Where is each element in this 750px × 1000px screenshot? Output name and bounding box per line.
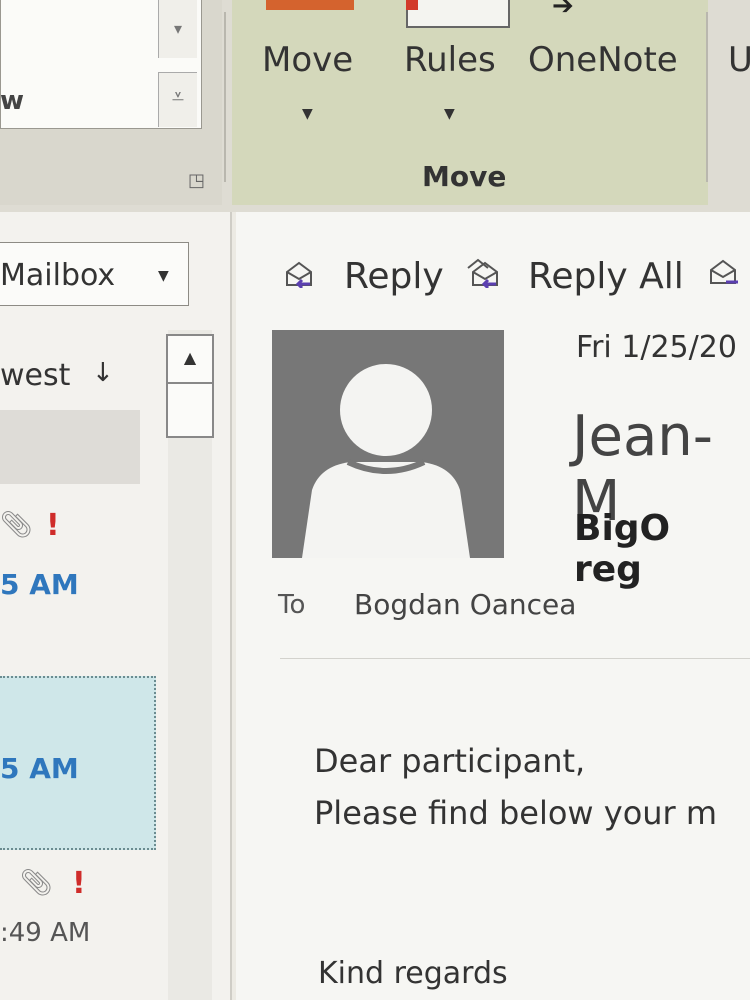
move-icon bbox=[266, 0, 354, 10]
message-date: Fri 1/25/20 bbox=[576, 330, 737, 365]
paperclip-icon: 📎︎ bbox=[20, 868, 54, 898]
pane-divider[interactable] bbox=[230, 212, 232, 1000]
reply-all-button[interactable]: Reply All bbox=[528, 256, 684, 297]
message-body-closing: Kind regards bbox=[318, 956, 508, 991]
message-time: :49 AM bbox=[0, 918, 91, 948]
quick-steps-item-label[interactable]: w bbox=[0, 86, 24, 116]
sort-order-label[interactable]: west bbox=[0, 358, 70, 393]
rules-button[interactable]: Rules bbox=[404, 40, 496, 80]
move-group-label: Move bbox=[422, 160, 507, 193]
ribbon-group-divider bbox=[224, 12, 226, 182]
reply-button[interactable]: Reply bbox=[344, 256, 444, 297]
person-silhouette-icon bbox=[272, 330, 504, 558]
reply-all-icon[interactable] bbox=[466, 258, 500, 288]
chevron-down-icon[interactable]: ▼ bbox=[158, 268, 169, 284]
gallery-scroll-down-icon[interactable]: ▾ bbox=[158, 0, 197, 58]
sender-avatar bbox=[272, 330, 504, 558]
sort-down-arrow-icon[interactable]: ↓ bbox=[92, 358, 114, 388]
partial-ribbon-button[interactable]: U bbox=[728, 40, 750, 80]
mailbox-dropdown-label[interactable]: Mailbox bbox=[0, 258, 115, 293]
message-body-greeting: Dear participant, bbox=[314, 742, 586, 780]
rules-icon bbox=[406, 0, 510, 28]
forward-icon[interactable] bbox=[708, 258, 738, 286]
message-time: 5 AM bbox=[0, 752, 79, 785]
paperclip-icon: 📎︎ bbox=[0, 510, 34, 540]
to-recipient[interactable]: Bogdan Oancea bbox=[354, 588, 576, 621]
message-time: 5 AM bbox=[0, 568, 79, 601]
gallery-more-icon[interactable]: ⩡ bbox=[158, 72, 197, 127]
move-dropdown-arrow-icon[interactable]: ▼ bbox=[302, 106, 313, 122]
header-separator bbox=[280, 658, 750, 659]
dialog-launcher-icon[interactable]: ◳ bbox=[188, 170, 205, 191]
scrollbar-thumb[interactable] bbox=[166, 382, 214, 438]
high-importance-icon: ! bbox=[46, 508, 60, 543]
rules-dropdown-arrow-icon[interactable]: ▼ bbox=[444, 106, 455, 122]
ribbon-group-divider bbox=[706, 12, 708, 182]
onenote-button[interactable]: OneNote bbox=[528, 40, 678, 80]
message-subject: BigO reg bbox=[574, 508, 671, 590]
move-button[interactable]: Move bbox=[262, 40, 353, 80]
list-item[interactable] bbox=[0, 410, 140, 484]
onenote-icon: ➔ bbox=[552, 0, 574, 21]
reply-icon[interactable] bbox=[284, 260, 314, 288]
scroll-up-icon[interactable]: ▲ bbox=[166, 334, 214, 384]
high-importance-icon: ! bbox=[72, 866, 86, 901]
message-body-line: Please find below your m bbox=[314, 794, 718, 832]
to-label: To bbox=[278, 590, 306, 620]
rules-icon-accent bbox=[406, 0, 418, 10]
